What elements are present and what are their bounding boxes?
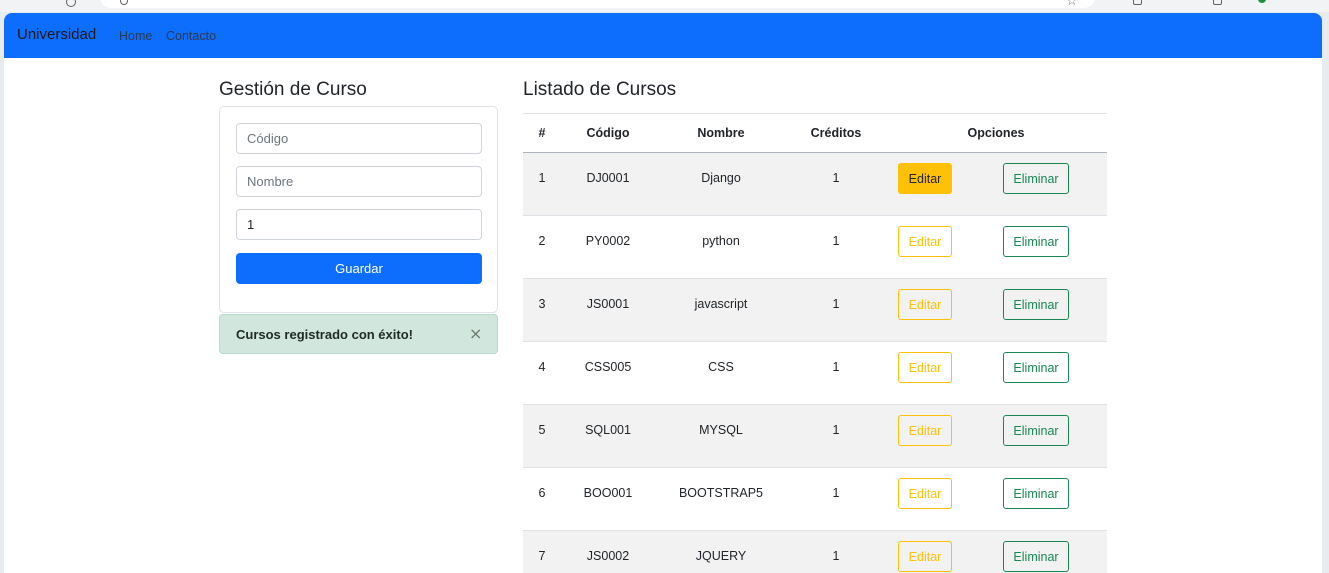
- list-title: Listado de Cursos: [523, 79, 677, 100]
- table-row: 6 BOO001 BOOTSTRAP5 1 Editar Eliminar: [523, 467, 1107, 531]
- edit-button[interactable]: Editar: [898, 415, 952, 446]
- edit-button[interactable]: Editar: [898, 352, 952, 383]
- cell-codigo: CSS005: [561, 341, 655, 405]
- cell-nombre: python: [655, 215, 787, 279]
- address-bar[interactable]: [100, 0, 1095, 8]
- cell-opciones: Editar Eliminar: [885, 152, 1107, 216]
- cell-num: 5: [523, 404, 561, 468]
- cell-opciones: Editar Eliminar: [885, 404, 1107, 468]
- extension-icon[interactable]: [1133, 0, 1142, 5]
- column-header-codigo: Código: [561, 113, 655, 153]
- delete-button[interactable]: Eliminar: [1003, 226, 1069, 257]
- cell-opciones: Editar Eliminar: [885, 467, 1107, 531]
- page-window: Universidad Home Contacto Gestión de Cur…: [4, 13, 1322, 573]
- cell-creditos: 1: [787, 530, 885, 573]
- cell-num: 6: [523, 467, 561, 531]
- edit-button[interactable]: Editar: [898, 163, 952, 194]
- cell-creditos: 1: [787, 215, 885, 279]
- courses-table: # Código Nombre Créditos Opciones 1 DJ00…: [523, 113, 1107, 573]
- delete-button[interactable]: Eliminar: [1003, 478, 1069, 509]
- column-header-num: #: [523, 113, 561, 153]
- cell-codigo: DJ0001: [561, 152, 655, 216]
- downloads-icon[interactable]: [1213, 0, 1222, 5]
- table-header-row: # Código Nombre Créditos Opciones: [523, 113, 1107, 153]
- nav-link-home[interactable]: Home: [119, 29, 152, 43]
- nav-link-contacto[interactable]: Contacto: [166, 29, 216, 43]
- creditos-input[interactable]: [236, 209, 482, 240]
- cell-nombre: javascript: [655, 278, 787, 342]
- delete-button[interactable]: Eliminar: [1003, 415, 1069, 446]
- table-row: 5 SQL001 MYSQL 1 Editar Eliminar: [523, 404, 1107, 468]
- delete-button[interactable]: Eliminar: [1003, 289, 1069, 320]
- cell-codigo: JS0002: [561, 530, 655, 573]
- edit-button[interactable]: Editar: [898, 289, 952, 320]
- cell-nombre: CSS: [655, 341, 787, 405]
- cell-num: 1: [523, 152, 561, 216]
- codigo-input[interactable]: [236, 123, 482, 154]
- table-row: 7 JS0002 JQUERY 1 Editar Eliminar: [523, 530, 1107, 573]
- cell-num: 7: [523, 530, 561, 573]
- cell-num: 3: [523, 278, 561, 342]
- cell-opciones: Editar Eliminar: [885, 341, 1107, 405]
- delete-button[interactable]: Eliminar: [1003, 352, 1069, 383]
- table-row: 4 CSS005 CSS 1 Editar Eliminar: [523, 341, 1107, 405]
- save-button[interactable]: Guardar: [236, 253, 482, 284]
- cell-opciones: Editar Eliminar: [885, 278, 1107, 342]
- navbar-brand[interactable]: Universidad: [17, 26, 96, 43]
- delete-button[interactable]: Eliminar: [1003, 163, 1069, 194]
- form-title: Gestión de Curso: [219, 79, 367, 100]
- site-info-icon[interactable]: [120, 0, 128, 5]
- alert-message: Cursos registrado con éxito!: [236, 327, 413, 342]
- cell-num: 2: [523, 215, 561, 279]
- edit-button[interactable]: Editar: [898, 478, 952, 509]
- column-header-nombre: Nombre: [655, 113, 787, 153]
- edit-button[interactable]: Editar: [898, 226, 952, 257]
- cell-creditos: 1: [787, 467, 885, 531]
- column-header-opciones: Opciones: [885, 113, 1107, 153]
- cell-num: 4: [523, 341, 561, 405]
- cell-nombre: BOOTSTRAP5: [655, 467, 787, 531]
- cell-codigo: PY0002: [561, 215, 655, 279]
- cell-codigo: JS0001: [561, 278, 655, 342]
- navbar: Universidad Home Contacto: [4, 13, 1322, 58]
- cell-opciones: Editar Eliminar: [885, 530, 1107, 573]
- column-header-creditos: Créditos: [787, 113, 885, 153]
- nombre-input[interactable]: [236, 166, 482, 197]
- cell-creditos: 1: [787, 152, 885, 216]
- success-alert: Cursos registrado con éxito! ×: [219, 314, 498, 354]
- profile-icon[interactable]: [1258, 0, 1266, 3]
- table-row: 2 PY0002 python 1 Editar Eliminar: [523, 215, 1107, 279]
- cell-nombre: JQUERY: [655, 530, 787, 573]
- browser-toolbar: ☆: [0, 0, 1329, 12]
- cell-creditos: 1: [787, 404, 885, 468]
- cell-codigo: SQL001: [561, 404, 655, 468]
- cell-creditos: 1: [787, 341, 885, 405]
- cell-opciones: Editar Eliminar: [885, 215, 1107, 279]
- cell-nombre: MYSQL: [655, 404, 787, 468]
- course-form: Guardar: [219, 106, 498, 313]
- star-icon[interactable]: ☆: [1066, 0, 1078, 9]
- table-row: 1 DJ0001 Django 1 Editar Eliminar: [523, 152, 1107, 216]
- table-row: 3 JS0001 javascript 1 Editar Eliminar: [523, 278, 1107, 342]
- reload-icon[interactable]: [66, 0, 76, 7]
- delete-button[interactable]: Eliminar: [1003, 541, 1069, 572]
- close-icon[interactable]: ×: [469, 324, 482, 343]
- cell-creditos: 1: [787, 278, 885, 342]
- edit-button[interactable]: Editar: [898, 541, 952, 572]
- cell-codigo: BOO001: [561, 467, 655, 531]
- cell-nombre: Django: [655, 152, 787, 216]
